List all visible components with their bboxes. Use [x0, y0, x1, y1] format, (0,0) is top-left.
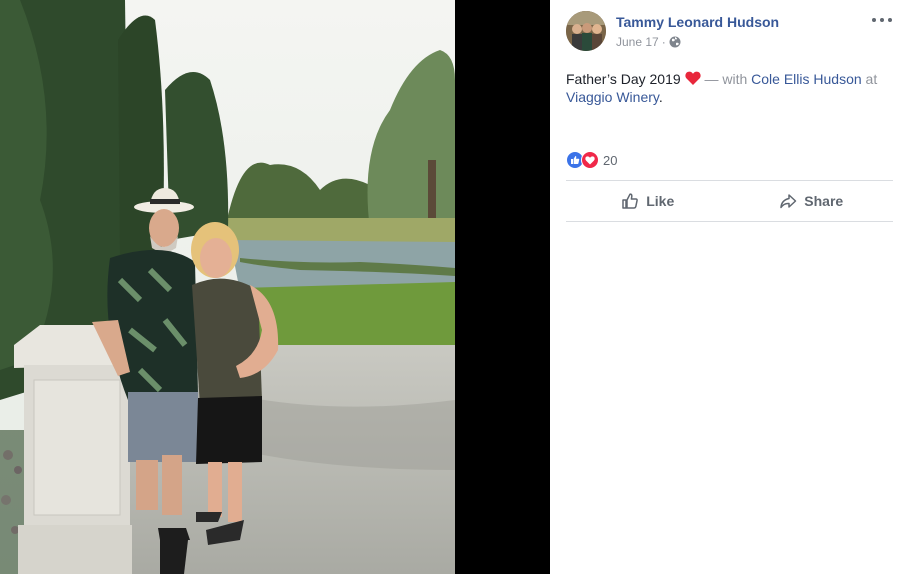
author-name[interactable]: Tammy Leonard Hudson [616, 14, 779, 30]
love-reaction-icon [581, 151, 599, 169]
photo-viewer [0, 0, 550, 574]
post-details-panel: Tammy Leonard Hudson June 17 · Father’s … [550, 0, 902, 574]
post-photo[interactable] [0, 0, 455, 574]
reaction-count[interactable]: 20 [603, 153, 617, 168]
more-options-icon[interactable] [872, 12, 892, 28]
like-button[interactable]: Like [566, 181, 730, 221]
meta-separator: · [661, 35, 666, 49]
couple-winery-photo [0, 0, 455, 574]
post-actions-bar: Like Share [566, 180, 893, 222]
post-date[interactable]: June 17 [616, 35, 659, 49]
like-label: Like [646, 193, 675, 209]
avatar-photo [566, 11, 606, 51]
tagged-person-link[interactable]: Cole Ellis Hudson [751, 71, 862, 87]
location-link[interactable]: Viaggio Winery [566, 89, 659, 105]
share-arrow-icon [780, 194, 797, 209]
post-caption: Father’s Day 2019 — with Cole Ellis Huds… [566, 70, 888, 106]
caption-end: . [658, 89, 663, 105]
at-word: at [865, 71, 878, 87]
thumbs-up-icon [622, 193, 639, 209]
heart-emoji-icon [684, 71, 701, 85]
share-button[interactable]: Share [730, 181, 894, 221]
avatar[interactable] [566, 11, 606, 51]
globe-icon[interactable] [669, 36, 681, 48]
caption-text: Father’s Day 2019 [566, 71, 681, 87]
with-prefix: — with [704, 71, 748, 87]
share-label: Share [804, 193, 844, 209]
reactions-summary[interactable]: 20 [566, 151, 617, 169]
post-meta: June 17 · [616, 35, 681, 49]
